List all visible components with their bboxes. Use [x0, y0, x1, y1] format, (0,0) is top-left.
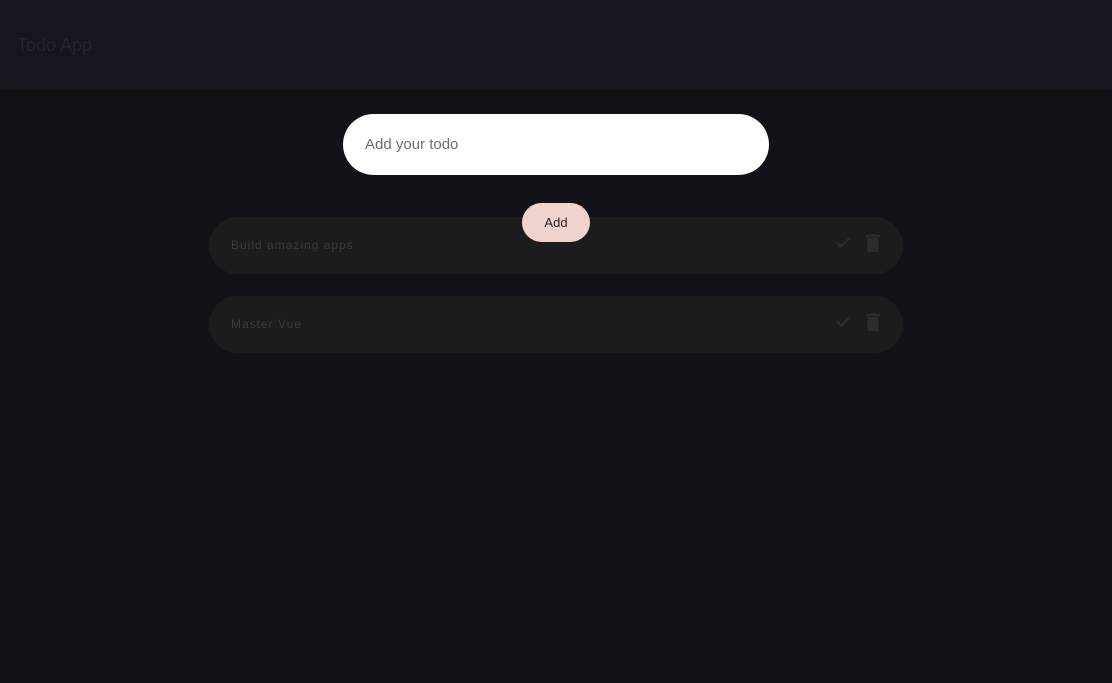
todo-item-text: Master Vue	[231, 317, 302, 331]
todo-item-text: Build amazing apps	[231, 238, 354, 252]
app-bar: Todo App	[0, 0, 1112, 90]
todo-item-actions	[835, 234, 881, 252]
app-title: Todo App	[17, 35, 93, 55]
todo-input[interactable]	[343, 114, 769, 175]
check-icon[interactable]	[835, 313, 851, 331]
check-icon[interactable]	[835, 234, 851, 252]
todo-item-actions	[835, 313, 881, 331]
trash-icon[interactable]	[865, 234, 881, 252]
trash-icon[interactable]	[865, 313, 881, 331]
todo-item: Master Vue	[209, 296, 903, 353]
add-button[interactable]: Add	[522, 203, 590, 242]
